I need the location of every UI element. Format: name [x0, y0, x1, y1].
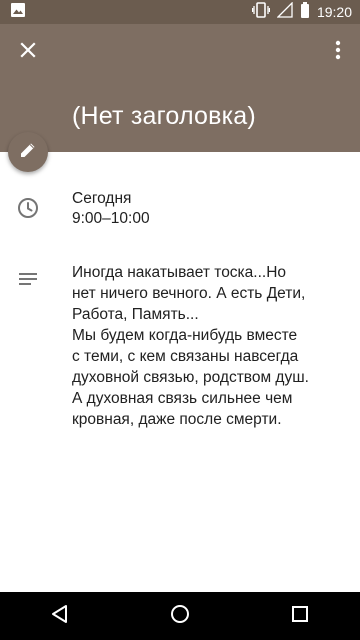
edit-button[interactable] — [8, 132, 48, 172]
event-title: (Нет заголовка) — [72, 102, 256, 130]
status-bar: 19:20 — [0, 0, 360, 24]
event-description: Иногда накатывает тоска...Но нет ничего … — [72, 264, 309, 428]
battery-icon — [300, 1, 310, 23]
event-time-range: 9:00–10:00 — [72, 210, 150, 227]
recents-icon — [291, 605, 309, 628]
image-notification-icon — [10, 2, 26, 23]
pencil-edit-icon — [19, 141, 37, 164]
recents-button[interactable] — [276, 592, 324, 640]
event-date: Сегодня — [72, 190, 132, 207]
close-icon — [20, 41, 36, 63]
close-button[interactable] — [8, 32, 48, 72]
more-vert-icon — [335, 40, 341, 65]
back-icon — [50, 604, 70, 629]
vibrate-icon — [251, 1, 271, 23]
home-icon — [170, 604, 190, 629]
more-options-button[interactable] — [322, 32, 354, 72]
home-button[interactable] — [156, 592, 204, 640]
clock-icon — [16, 196, 40, 220]
status-time: 19:20 — [316, 4, 352, 20]
event-time: Сегодня 9:00–10:00 — [72, 189, 150, 229]
event-header: (Нет заголовка) — [0, 24, 360, 152]
navigation-bar — [0, 592, 360, 640]
signal-icon — [276, 0, 293, 23]
status-icons: 19:20 — [251, 0, 352, 23]
notes-icon — [16, 268, 40, 292]
back-button[interactable] — [36, 592, 84, 640]
